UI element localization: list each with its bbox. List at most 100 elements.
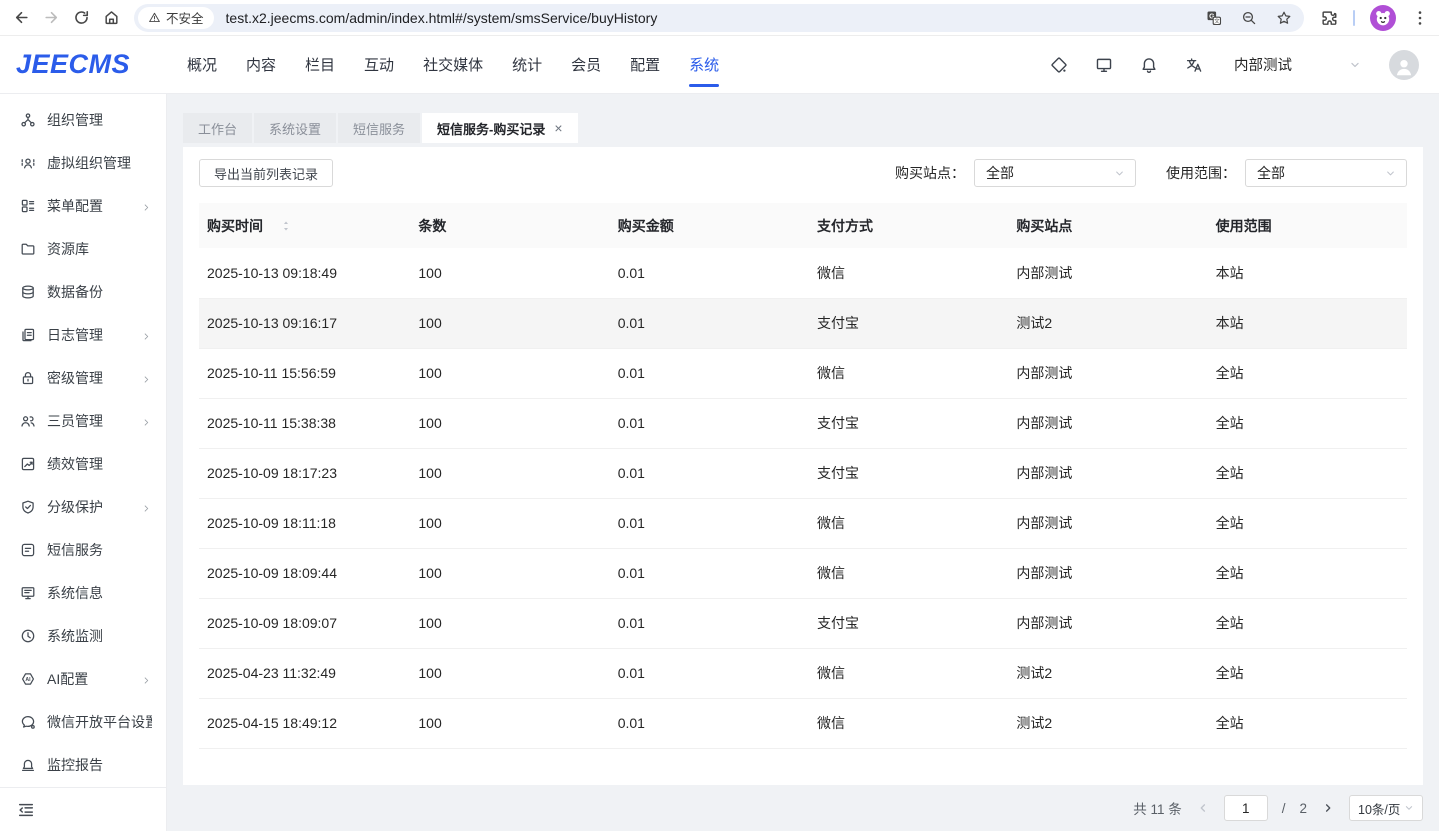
table-cell: 2025-10-13 09:16:17 xyxy=(199,298,410,348)
nav-item-statistics[interactable]: 统计 xyxy=(512,36,542,93)
nav-item-config[interactable]: 配置 xyxy=(630,36,660,93)
page-size-select[interactable]: 10条/页 xyxy=(1349,795,1423,821)
next-page-icon[interactable] xyxy=(1321,801,1335,815)
close-icon[interactable]: × xyxy=(554,121,562,135)
toolbar: 导出当前列表记录 购买站点：全部使用范围：全部 xyxy=(199,159,1407,187)
extensions-icon[interactable] xyxy=(1320,9,1338,27)
table-cell: 微信 xyxy=(809,648,1008,698)
tab-sms-service[interactable]: 短信服务 xyxy=(338,113,420,143)
nav-item-members[interactable]: 会员 xyxy=(571,36,601,93)
table-cell: 100 xyxy=(410,548,609,598)
nav-item-content[interactable]: 内容 xyxy=(246,36,276,93)
sidebar-item-monitoring-report[interactable]: 监控报告 xyxy=(0,743,166,786)
table-cell: 测试2 xyxy=(1008,298,1207,348)
browser-actions xyxy=(1312,5,1429,31)
sidebar-item-resource-library[interactable]: 资源库 xyxy=(0,227,166,270)
table-cell: 微信 xyxy=(809,698,1008,748)
prev-page-icon[interactable] xyxy=(1196,801,1210,815)
sidebar-item-system-info[interactable]: 系统信息 xyxy=(0,571,166,614)
table-row[interactable]: 2025-10-09 18:09:441000.01微信内部测试全站 xyxy=(199,548,1407,598)
browser-reload-icon[interactable] xyxy=(66,3,96,33)
sidebar-item-security-level-management[interactable]: 密级管理 xyxy=(0,356,166,399)
page-number-input[interactable]: 1 xyxy=(1224,795,1268,821)
sidebar-item-log-management[interactable]: 日志管理 xyxy=(0,313,166,356)
sidebar-item-ai-config[interactable]: AIAI配置 xyxy=(0,657,166,700)
sidebar-item-performance-management[interactable]: 绩效管理 xyxy=(0,442,166,485)
column-header: 条数 xyxy=(410,203,609,248)
notification-bell-icon[interactable] xyxy=(1140,56,1158,74)
table-cell: 100 xyxy=(410,698,609,748)
column-header: 购买站点 xyxy=(1008,203,1207,248)
sidebar-item-label: 三员管理 xyxy=(47,411,141,431)
sidebar-item-virtual-org-management[interactable]: 虚拟组织管理 xyxy=(0,141,166,184)
jeecms-logo[interactable]: JEECMS xyxy=(16,49,151,80)
url-text: test.x2.jeecms.com/admin/index.html#/sys… xyxy=(226,10,1206,26)
sms-icon xyxy=(20,542,36,558)
filter-select-usage-scope[interactable]: 全部 xyxy=(1245,159,1407,187)
filter-select-buy-site[interactable]: 全部 xyxy=(974,159,1136,187)
chevron-down-icon xyxy=(1348,58,1362,72)
chevron-right-icon xyxy=(141,415,152,426)
browser-menu-icon[interactable] xyxy=(1411,9,1429,27)
sidebar-item-sms-service[interactable]: 短信服务 xyxy=(0,528,166,571)
table-cell: 微信 xyxy=(809,548,1008,598)
table-cell: 全站 xyxy=(1208,598,1407,648)
nav-item-overview[interactable]: 概况 xyxy=(187,36,217,93)
tab-sms-buy-history[interactable]: 短信服务-购买记录× xyxy=(422,113,578,143)
bookmark-star-icon[interactable] xyxy=(1276,10,1292,26)
sidebar-item-three-admin-management[interactable]: 三员管理 xyxy=(0,399,166,442)
nav-item-interaction[interactable]: 互动 xyxy=(364,36,394,93)
zoom-out-icon[interactable] xyxy=(1241,10,1257,26)
sidebar-item-data-backup[interactable]: 数据备份 xyxy=(0,270,166,313)
tab-workbench[interactable]: 工作台 xyxy=(183,113,252,143)
preview-monitor-icon[interactable] xyxy=(1095,56,1113,74)
sidebar-item-org-management[interactable]: 组织管理 xyxy=(0,98,166,141)
sidebar-item-wechat-open-platform[interactable]: 微信开放平台设置 xyxy=(0,700,166,743)
site-security-chip[interactable]: 不安全 xyxy=(138,7,214,29)
export-button[interactable]: 导出当前列表记录 xyxy=(199,159,333,187)
table-row[interactable]: 2025-04-15 18:49:121000.01微信测试2全站 xyxy=(199,698,1407,748)
translate-page-icon[interactable]: G文 xyxy=(1206,10,1222,26)
browser-forward-icon xyxy=(36,3,66,33)
table-row[interactable]: 2025-10-11 15:38:381000.01支付宝内部测试全站 xyxy=(199,398,1407,448)
nav-item-columns[interactable]: 栏目 xyxy=(305,36,335,93)
clear-cache-icon[interactable] xyxy=(1050,56,1068,74)
sort-icon[interactable] xyxy=(279,219,293,233)
chevron-right-icon xyxy=(141,372,152,383)
virtual-org-icon xyxy=(20,155,36,171)
column-header-label: 条数 xyxy=(418,216,446,236)
browser-home-icon[interactable] xyxy=(96,3,126,33)
nav-item-social-media[interactable]: 社交媒体 xyxy=(423,36,483,93)
table-row[interactable]: 2025-10-09 18:11:181000.01微信内部测试全站 xyxy=(199,498,1407,548)
browser-back-icon[interactable] xyxy=(6,3,36,33)
user-avatar[interactable] xyxy=(1389,50,1419,80)
table-row[interactable]: 2025-04-23 11:32:491000.01微信测试2全站 xyxy=(199,648,1407,698)
site-switcher[interactable]: 内部测试 xyxy=(1234,54,1362,75)
table-row[interactable]: 2025-10-09 18:09:071000.01支付宝内部测试全站 xyxy=(199,598,1407,648)
chevron-down-icon xyxy=(1384,167,1397,180)
table-cell: 内部测试 xyxy=(1008,398,1207,448)
column-header[interactable]: 购买时间 xyxy=(199,203,410,248)
performance-icon xyxy=(20,456,36,472)
browser-profile-avatar[interactable] xyxy=(1370,5,1396,31)
wechat-icon xyxy=(20,714,36,730)
sidebar-item-label: 绩效管理 xyxy=(47,454,152,474)
table-row[interactable]: 2025-10-13 09:18:491000.01微信内部测试本站 xyxy=(199,248,1407,298)
table-cell: 100 xyxy=(410,348,609,398)
tab-system-settings[interactable]: 系统设置 xyxy=(254,113,336,143)
address-bar[interactable]: 不安全 test.x2.jeecms.com/admin/index.html#… xyxy=(134,4,1304,32)
sidebar-item-label: AI配置 xyxy=(47,669,141,689)
chevron-right-icon xyxy=(141,673,152,684)
table-cell: 测试2 xyxy=(1008,648,1207,698)
sidebar-item-label: 监控报告 xyxy=(47,755,152,775)
table-row[interactable]: 2025-10-11 15:56:591000.01微信内部测试全站 xyxy=(199,348,1407,398)
sidebar-item-graded-protection[interactable]: 分级保护 xyxy=(0,485,166,528)
collapse-sidebar-icon[interactable] xyxy=(17,801,35,819)
table-row[interactable]: 2025-10-09 18:17:231000.01支付宝内部测试全站 xyxy=(199,448,1407,498)
nav-item-system[interactable]: 系统 xyxy=(689,36,719,93)
table-row[interactable]: 2025-10-13 09:16:171000.01支付宝测试2本站 xyxy=(199,298,1407,348)
sidebar-item-menu-config[interactable]: 菜单配置 xyxy=(0,184,166,227)
sidebar-item-system-monitor[interactable]: 系统监测 xyxy=(0,614,166,657)
language-translate-icon[interactable] xyxy=(1185,56,1203,74)
table-cell: 2025-10-09 18:11:18 xyxy=(199,498,410,548)
